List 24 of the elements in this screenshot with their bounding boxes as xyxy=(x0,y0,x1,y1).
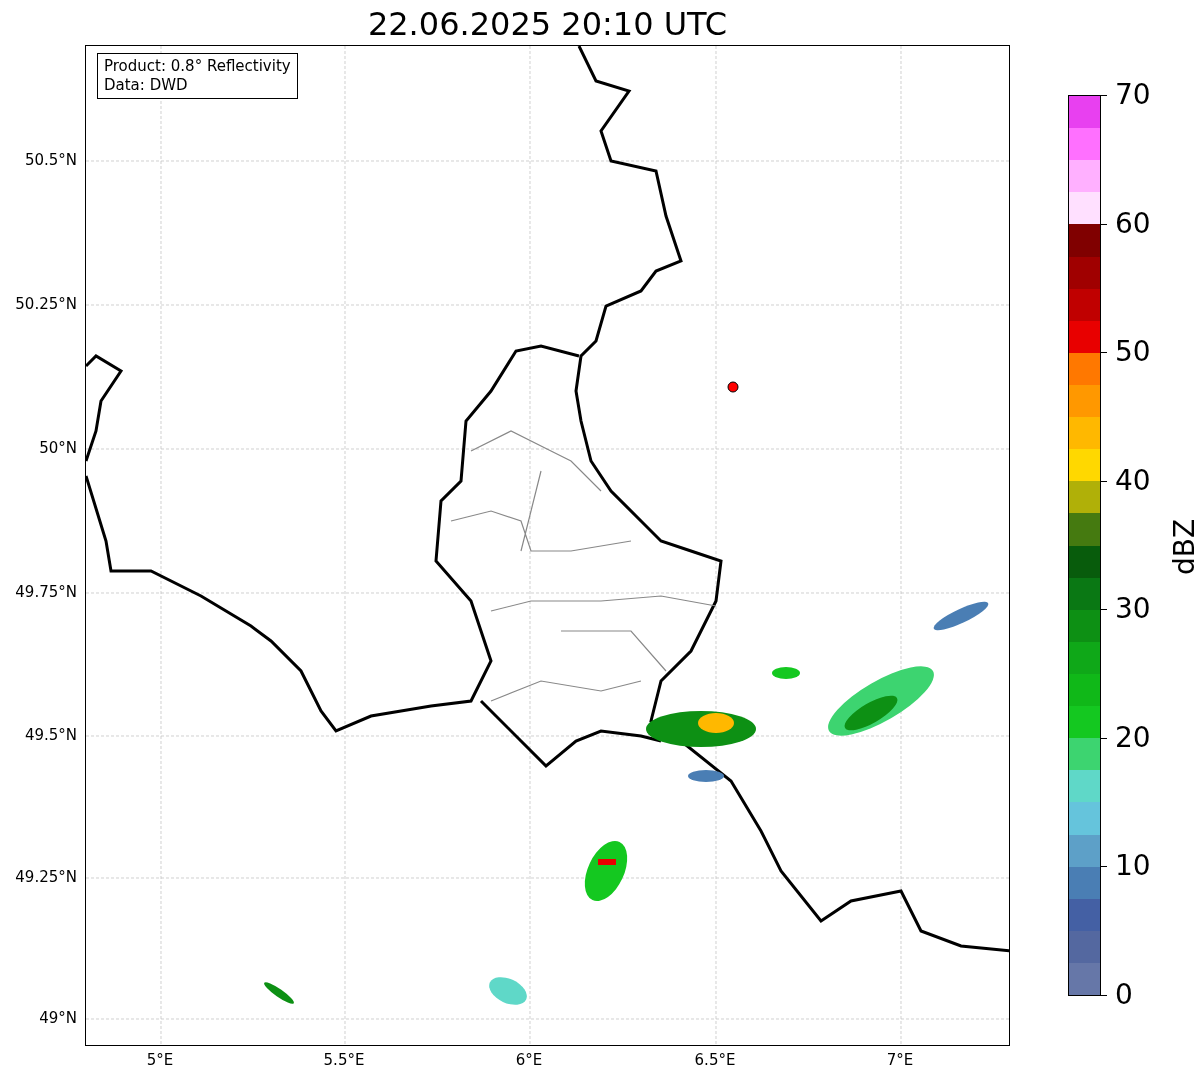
colorbar-label: dBZ xyxy=(1168,518,1202,576)
axis-tick-label: 6.5°E xyxy=(694,1051,736,1069)
colorbar-tick-label: 60 xyxy=(1115,207,1151,240)
colorbar-tick-label: 10 xyxy=(1115,850,1151,883)
colorbar-tick-label: 30 xyxy=(1115,593,1151,626)
axis-tick-label: 50°N xyxy=(39,439,77,457)
axis-tick-label: 49.75°N xyxy=(15,583,77,601)
colorbar-tick-label: 50 xyxy=(1115,336,1151,369)
axis-tick-label: 50.25°N xyxy=(15,295,77,313)
legend-text: Data: DWD xyxy=(104,76,189,95)
axis-tick-label: 50.5°N xyxy=(24,151,77,169)
legend-text: Product: 0.8° Reflectivity xyxy=(104,57,291,76)
axis-tick-label: 5°E xyxy=(146,1051,174,1069)
axis-tick-label: 5.5°E xyxy=(323,1051,365,1069)
chart-title: 22.06.2025 20:10 UTC xyxy=(366,4,729,44)
axis-tick-label: 49°N xyxy=(39,1009,77,1027)
colorbar-tick-label: 70 xyxy=(1115,79,1151,111)
colorbar-tick-label: 0 xyxy=(1115,979,1133,1011)
axis-tick-label: 49.5°N xyxy=(24,726,77,744)
colorbar-tick-label: 40 xyxy=(1115,464,1151,497)
colorbar-tick-label: 20 xyxy=(1115,721,1151,754)
axis-tick-label: 7°E xyxy=(886,1051,914,1069)
axis-tick-label: 6°E xyxy=(515,1051,543,1069)
axis-tick-label: 49.25°N xyxy=(15,868,77,886)
